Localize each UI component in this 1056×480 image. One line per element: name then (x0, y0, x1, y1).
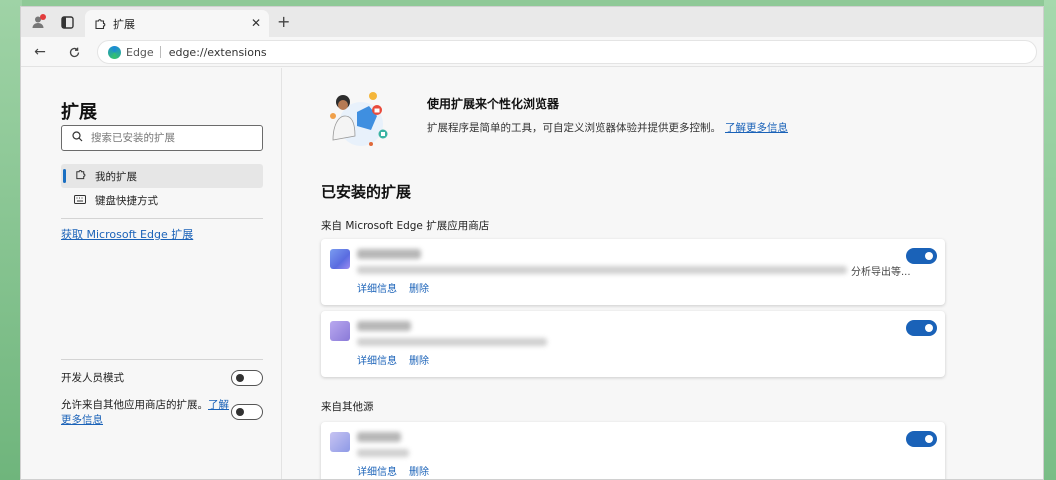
extension-actions: 详细信息 删除 (357, 280, 429, 295)
search-input[interactable] (91, 132, 241, 144)
extension-card: 分析导出等... 详细信息 删除 (321, 239, 945, 305)
sidebar-divider (61, 218, 263, 219)
sidebar-item-my-extensions[interactable]: 我的扩展 (61, 164, 263, 188)
puzzle-icon (73, 169, 87, 183)
close-tab-icon[interactable]: ✕ (251, 16, 261, 30)
extension-name-blurred (357, 321, 411, 331)
reload-button[interactable] (65, 43, 83, 61)
tab-extensions[interactable]: 扩展 ✕ (85, 10, 269, 37)
allow-other-stores-toggle[interactable] (231, 404, 263, 420)
browser-window: 扩展 ✕ + ← Edge edge://extensions 扩展 搜索已安装… (20, 6, 1044, 480)
tab-actions-icon[interactable] (59, 14, 75, 30)
extension-actions: 详细信息 删除 (357, 463, 429, 478)
hero-title: 使用扩展来个性化浏览器 (427, 97, 560, 111)
omnibox-divider (159, 46, 161, 58)
extension-name-blurred (357, 432, 401, 442)
extension-card: 详细信息 删除 (321, 311, 945, 377)
navigation-bar: ← Edge edge://extensions (21, 37, 1043, 67)
sidebar-divider (61, 359, 263, 360)
hero-description-text: 扩展程序是简单的工具，可自定义浏览器体验并提供更多控制。 (427, 122, 721, 134)
sidebar-item-keyboard-shortcuts[interactable]: 键盘快捷方式 (61, 188, 263, 212)
remove-link[interactable]: 删除 (409, 280, 429, 295)
extension-card: 详细信息 删除 (321, 422, 945, 479)
extension-logo-icon (330, 321, 350, 341)
tab-bar: 扩展 ✕ + (21, 7, 1043, 37)
details-link[interactable]: 详细信息 (357, 463, 397, 478)
extension-enabled-toggle[interactable] (906, 431, 937, 447)
back-button[interactable]: ← (31, 43, 49, 61)
search-box[interactable] (61, 125, 263, 151)
sidebar-item-label: 键盘快捷方式 (95, 194, 158, 207)
store-section-label: 来自 Microsoft Edge 扩展应用商店 (321, 220, 490, 232)
extension-description-blurred (357, 266, 847, 274)
omnibox-label: Edge (126, 45, 154, 59)
desktop-background-right (1044, 0, 1056, 480)
extension-logo-icon (330, 249, 350, 269)
hero-description: 扩展程序是简单的工具，可自定义浏览器体验并提供更多控制。 了解更多信息 (427, 120, 788, 135)
extension-description-blurred (357, 338, 547, 346)
hero-learn-more-link[interactable]: 了解更多信息 (725, 122, 788, 134)
get-extensions-link[interactable]: 获取 Microsoft Edge 扩展 (61, 226, 193, 242)
installed-extensions-heading: 已安装的扩展 (321, 183, 412, 201)
address-bar[interactable]: Edge edge://extensions (97, 40, 1037, 64)
puzzle-icon (93, 17, 107, 31)
extension-description-tail: 分析导出等... (851, 267, 911, 278)
sidebar-title: 扩展 (61, 102, 97, 123)
desktop-background-left (0, 0, 22, 480)
extension-logo-icon (330, 432, 350, 452)
developer-mode-toggle[interactable] (231, 370, 263, 386)
extensions-main: 使用扩展来个性化浏览器 扩展程序是简单的工具，可自定义浏览器体验并提供更多控制。… (283, 68, 1043, 479)
remove-link[interactable]: 删除 (409, 352, 429, 367)
other-source-section-label: 来自其他源 (321, 401, 374, 413)
extension-enabled-toggle[interactable] (906, 248, 937, 264)
edge-logo-icon (108, 45, 121, 59)
extensions-sidebar: 扩展 我的扩展 键盘快捷方式 获取 Microsoft Edge 扩展 开发人员… (21, 68, 282, 479)
remove-link[interactable]: 删除 (409, 463, 429, 478)
developer-mode-label: 开发人员模式 (61, 372, 124, 384)
extension-enabled-toggle[interactable] (906, 320, 937, 336)
hero-illustration (330, 92, 388, 146)
url-text: edge://extensions (168, 45, 267, 59)
details-link[interactable]: 详细信息 (357, 280, 397, 295)
search-icon (72, 131, 83, 145)
tab-title: 扩展 (113, 17, 135, 31)
extension-actions: 详细信息 删除 (357, 352, 429, 367)
allow-other-stores-text: 允许来自其他应用商店的扩展。 (61, 399, 208, 411)
extension-name-blurred (357, 249, 421, 259)
profile-icon[interactable] (30, 14, 46, 30)
new-tab-button[interactable]: + (277, 12, 290, 31)
allow-other-stores-label: 允许来自其他应用商店的扩展。了解更多信息 (61, 398, 229, 428)
sidebar-item-label: 我的扩展 (95, 170, 137, 183)
extension-description-blurred (357, 449, 409, 457)
keyboard-icon (73, 194, 87, 207)
details-link[interactable]: 详细信息 (357, 352, 397, 367)
